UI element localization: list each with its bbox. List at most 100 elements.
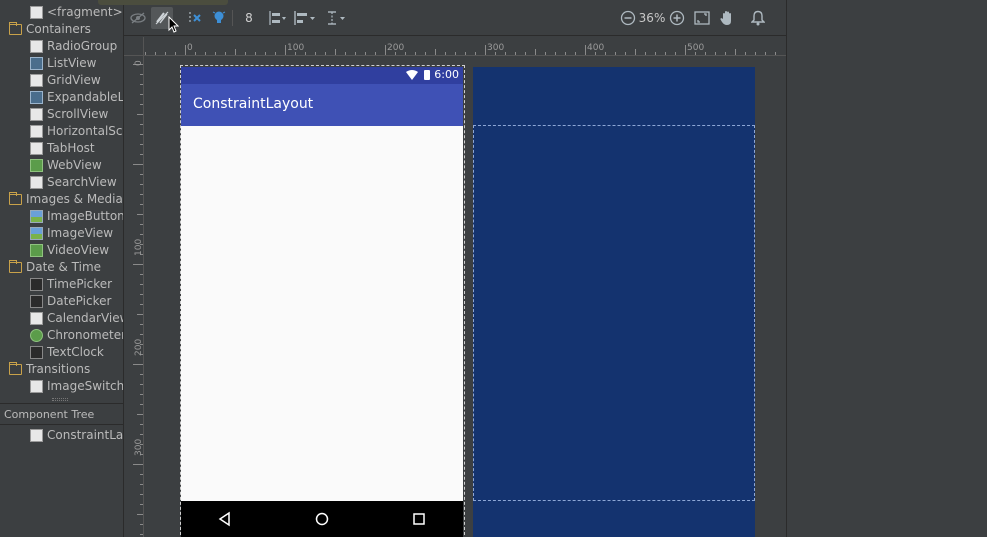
ruler-tick <box>140 524 143 525</box>
clear-constraints-button[interactable] <box>184 8 204 28</box>
chronometer-icon <box>30 329 43 342</box>
palette-item-expandablelistview[interactable]: ExpandableL <box>0 89 123 106</box>
palette-item-calendarview[interactable]: CalendarView <box>0 310 123 327</box>
palette-item-radiogroup[interactable]: RadioGroup <box>0 38 123 55</box>
ruler-tick <box>140 94 143 95</box>
recents-icon <box>410 510 428 528</box>
palette-item-tabhost[interactable]: TabHost <box>0 140 123 157</box>
design-canvas[interactable]: 6:00 ConstraintLayout <box>145 57 786 537</box>
ruler-tick <box>140 384 143 385</box>
component-tree-title: Component Tree <box>4 407 95 421</box>
palette-item-label: ScrollView <box>47 107 109 121</box>
palette-item-datepicker[interactable]: DatePicker <box>0 293 123 310</box>
ruler-tick <box>133 164 143 165</box>
design-surface[interactable]: 6:00 ConstraintLayout <box>181 67 463 537</box>
ruler-tick <box>140 144 143 145</box>
toolbar-separator <box>232 10 233 26</box>
palette-item-label: <fragment> <box>47 5 123 19</box>
palette-item-label: ExpandableL <box>47 90 123 104</box>
palette-item-imagebutton[interactable]: ImageButton <box>0 208 123 225</box>
folder-icon <box>9 362 22 375</box>
ruler-tick <box>605 52 606 55</box>
palette-item-videoview[interactable]: VideoView <box>0 242 123 259</box>
palette-item-searchview[interactable]: SearchView <box>0 174 123 191</box>
palette-item-label: CalendarView <box>47 311 123 325</box>
timepicker-icon <box>30 278 43 291</box>
show-constraints-button[interactable] <box>128 8 148 28</box>
blueprint-content-outline <box>473 125 755 501</box>
tabhost-icon <box>30 142 43 155</box>
palette-item-imageswitcher[interactable]: ImageSwitcher <box>0 378 123 395</box>
blueprint-view[interactable] <box>473 67 755 537</box>
palette-item-textclock[interactable]: TextClock <box>0 344 123 361</box>
infer-constraints-button[interactable] <box>209 8 229 28</box>
wifi-icon <box>406 70 418 83</box>
ruler-tick <box>140 494 143 495</box>
palette-item-fragment[interactable]: <fragment> <box>0 4 123 21</box>
palette-item-label: TabHost <box>47 141 95 155</box>
gridview-icon <box>30 74 43 87</box>
palette-item-label: TimePicker <box>47 277 113 291</box>
status-bar: 6:00 <box>181 67 463 84</box>
palette-category-images-media[interactable]: Images & Media <box>0 191 123 208</box>
ruler-tick <box>625 52 626 55</box>
home-icon <box>313 510 331 528</box>
component-tree-item-label: ConstraintLayout <box>47 428 123 442</box>
ruler-tick <box>655 52 656 55</box>
guidelines-button[interactable] <box>324 8 350 28</box>
ruler-label: 500 <box>687 43 705 53</box>
ruler-tick <box>140 124 143 125</box>
ruler-tick <box>140 74 143 75</box>
palette-resize-handle[interactable] <box>52 398 68 401</box>
palette-item-timepicker[interactable]: TimePicker <box>0 276 123 293</box>
palette-category-containers[interactable]: Containers <box>0 21 123 38</box>
ruler-label: 200 <box>387 43 405 53</box>
palette-item-imageview[interactable]: ImageView <box>0 225 123 242</box>
ruler-tick <box>255 52 256 55</box>
ruler-tick <box>225 52 226 55</box>
align-button[interactable] <box>292 8 318 28</box>
ruler-tick <box>765 52 766 55</box>
ruler-tick <box>137 514 143 515</box>
ruler-tick <box>235 49 236 55</box>
palette-item-listview[interactable]: ListView <box>0 55 123 72</box>
ruler-tick <box>140 504 143 505</box>
zoom-out-button[interactable] <box>618 8 638 28</box>
pan-button[interactable] <box>717 8 737 28</box>
palette-panel: <fragment> Containers RadioGroup ListVie… <box>0 0 123 537</box>
palette-category-label: Images & Media <box>26 192 123 206</box>
palette-category-transitions[interactable]: Transitions <box>0 361 123 378</box>
palette-item-gridview[interactable]: GridView <box>0 72 123 89</box>
palette-category-date-time[interactable]: Date & Time <box>0 259 123 276</box>
constraintlayout-icon <box>30 429 43 442</box>
palette-item-chronometer[interactable]: Chronometer <box>0 327 123 344</box>
vertical-ruler: 0100200300400 <box>124 56 144 537</box>
component-tree-item-root[interactable]: ConstraintLayout <box>0 427 123 444</box>
palette-item-scrollview[interactable]: ScrollView <box>0 106 123 123</box>
ruler-tick <box>140 274 143 275</box>
default-margin-button[interactable]: 8 <box>241 8 257 28</box>
ruler-label: 0 <box>187 43 193 53</box>
ruler-label: 400 <box>587 43 605 53</box>
zoom-in-button[interactable] <box>667 8 687 28</box>
notifications-button[interactable] <box>748 8 768 28</box>
ruler-tick <box>140 284 143 285</box>
palette-item-webview[interactable]: WebView <box>0 157 123 174</box>
app-bar-title: ConstraintLayout <box>193 96 314 112</box>
ruler-tick <box>305 52 306 55</box>
ruler-tick <box>535 49 536 55</box>
ruler-tick <box>445 52 446 55</box>
horizontal-ruler: 0 100 200 300 400 500 <box>144 37 786 56</box>
ruler-tick <box>365 52 366 55</box>
ruler-tick <box>140 184 143 185</box>
pack-button[interactable] <box>262 8 288 28</box>
palette-item-horizontalscrollview[interactable]: HorizontalScr <box>0 123 123 140</box>
palette-item-label: VideoView <box>47 243 110 257</box>
palette-item-label: ImageView <box>47 226 114 240</box>
folder-icon <box>9 192 22 205</box>
zoom-to-fit-button[interactable] <box>692 8 712 28</box>
ruler-tick <box>425 52 426 55</box>
ruler-tick <box>140 394 143 395</box>
lightbulb-icon <box>212 10 226 26</box>
ruler-tick <box>485 45 486 55</box>
